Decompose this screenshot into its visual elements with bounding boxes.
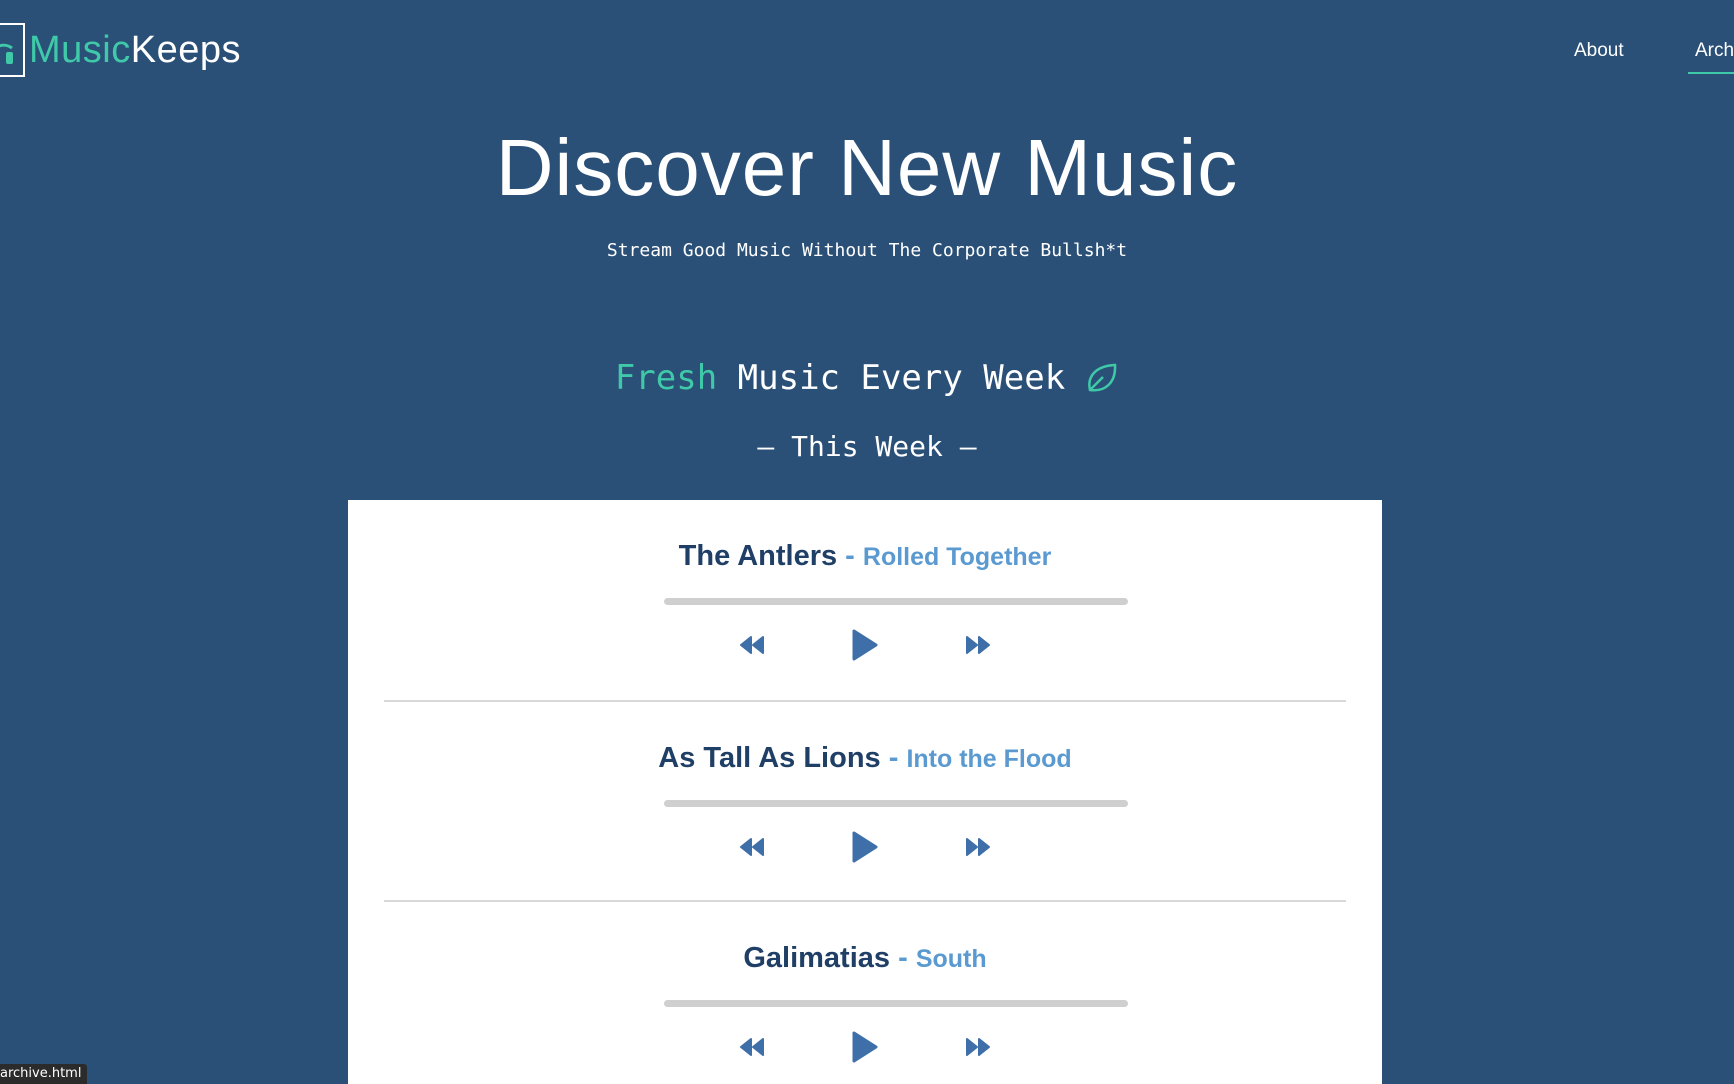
fast-forward-icon xyxy=(966,838,990,856)
nav-link-archive[interactable]: Arch xyxy=(1688,40,1734,74)
nav-link-about[interactable]: About xyxy=(1574,40,1624,72)
track-item: The Antlers - Rolled Together xyxy=(384,500,1346,700)
track-title: Galimatias - South xyxy=(384,942,1346,975)
headphones-icon xyxy=(0,23,25,77)
track-separator: - xyxy=(837,540,863,572)
track-progress-bar[interactable] xyxy=(664,1000,1128,1007)
fast-forward-button[interactable] xyxy=(965,635,991,655)
play-icon xyxy=(852,831,878,863)
track-song: South xyxy=(915,945,987,973)
track-title: The Antlers - Rolled Together xyxy=(384,540,1346,573)
track-artist: Galimatias xyxy=(743,942,891,974)
section-heading-accent: Fresh xyxy=(614,358,718,398)
track-item: As Tall As Lions - Into the Flood xyxy=(384,700,1346,900)
track-title: As Tall As Lions - Into the Flood xyxy=(384,742,1346,775)
site-header: MusicKeeps About Arch xyxy=(0,0,1734,100)
player-controls xyxy=(384,628,1346,662)
rewind-button[interactable] xyxy=(739,635,765,655)
rewind-button[interactable] xyxy=(739,837,765,857)
play-button[interactable] xyxy=(851,1030,879,1064)
fast-forward-button[interactable] xyxy=(965,1037,991,1057)
rewind-icon xyxy=(740,636,764,654)
play-icon xyxy=(852,1031,878,1063)
rewind-button[interactable] xyxy=(739,1037,765,1057)
page-subtitle: Stream Good Music Without The Corporate … xyxy=(606,240,1128,261)
track-progress-bar[interactable] xyxy=(664,800,1128,807)
browser-status-bar: archive.html xyxy=(0,1064,88,1084)
player-controls xyxy=(384,830,1346,864)
rewind-icon xyxy=(740,1038,764,1056)
play-button[interactable] xyxy=(851,830,879,864)
leaf-icon xyxy=(1085,361,1119,395)
track-separator: - xyxy=(890,942,916,974)
rewind-icon xyxy=(740,838,764,856)
brand-name: MusicKeeps xyxy=(29,29,241,72)
track-artist: As Tall As Lions xyxy=(658,742,881,774)
track-list: The Antlers - Rolled Together As Tall As… xyxy=(348,500,1382,1084)
brand-name-part-music: Music xyxy=(29,28,131,71)
fast-forward-icon xyxy=(966,1038,990,1056)
page-title: Discover New Music xyxy=(495,123,1239,212)
play-icon xyxy=(852,629,878,661)
section-heading-text: Music Every Week xyxy=(737,358,1066,398)
track-song: Rolled Together xyxy=(862,543,1052,571)
brand-logo[interactable]: MusicKeeps xyxy=(0,22,241,78)
track-song: Into the Flood xyxy=(906,745,1072,773)
fast-forward-button[interactable] xyxy=(965,837,991,857)
track-artist: The Antlers xyxy=(678,540,838,572)
play-button[interactable] xyxy=(851,628,879,662)
player-controls xyxy=(384,1030,1346,1064)
brand-name-part-keeps: Keeps xyxy=(130,28,241,71)
page: MusicKeeps About Arch Discover New Music… xyxy=(0,0,1734,1084)
track-progress-bar[interactable] xyxy=(664,598,1128,605)
section-heading: Fresh Music Every Week xyxy=(0,358,1734,398)
this-week-heading: — This Week — xyxy=(757,430,977,463)
track-item: Galimatias - South xyxy=(384,900,1346,1084)
track-separator: - xyxy=(880,742,907,774)
fast-forward-icon xyxy=(966,636,990,654)
